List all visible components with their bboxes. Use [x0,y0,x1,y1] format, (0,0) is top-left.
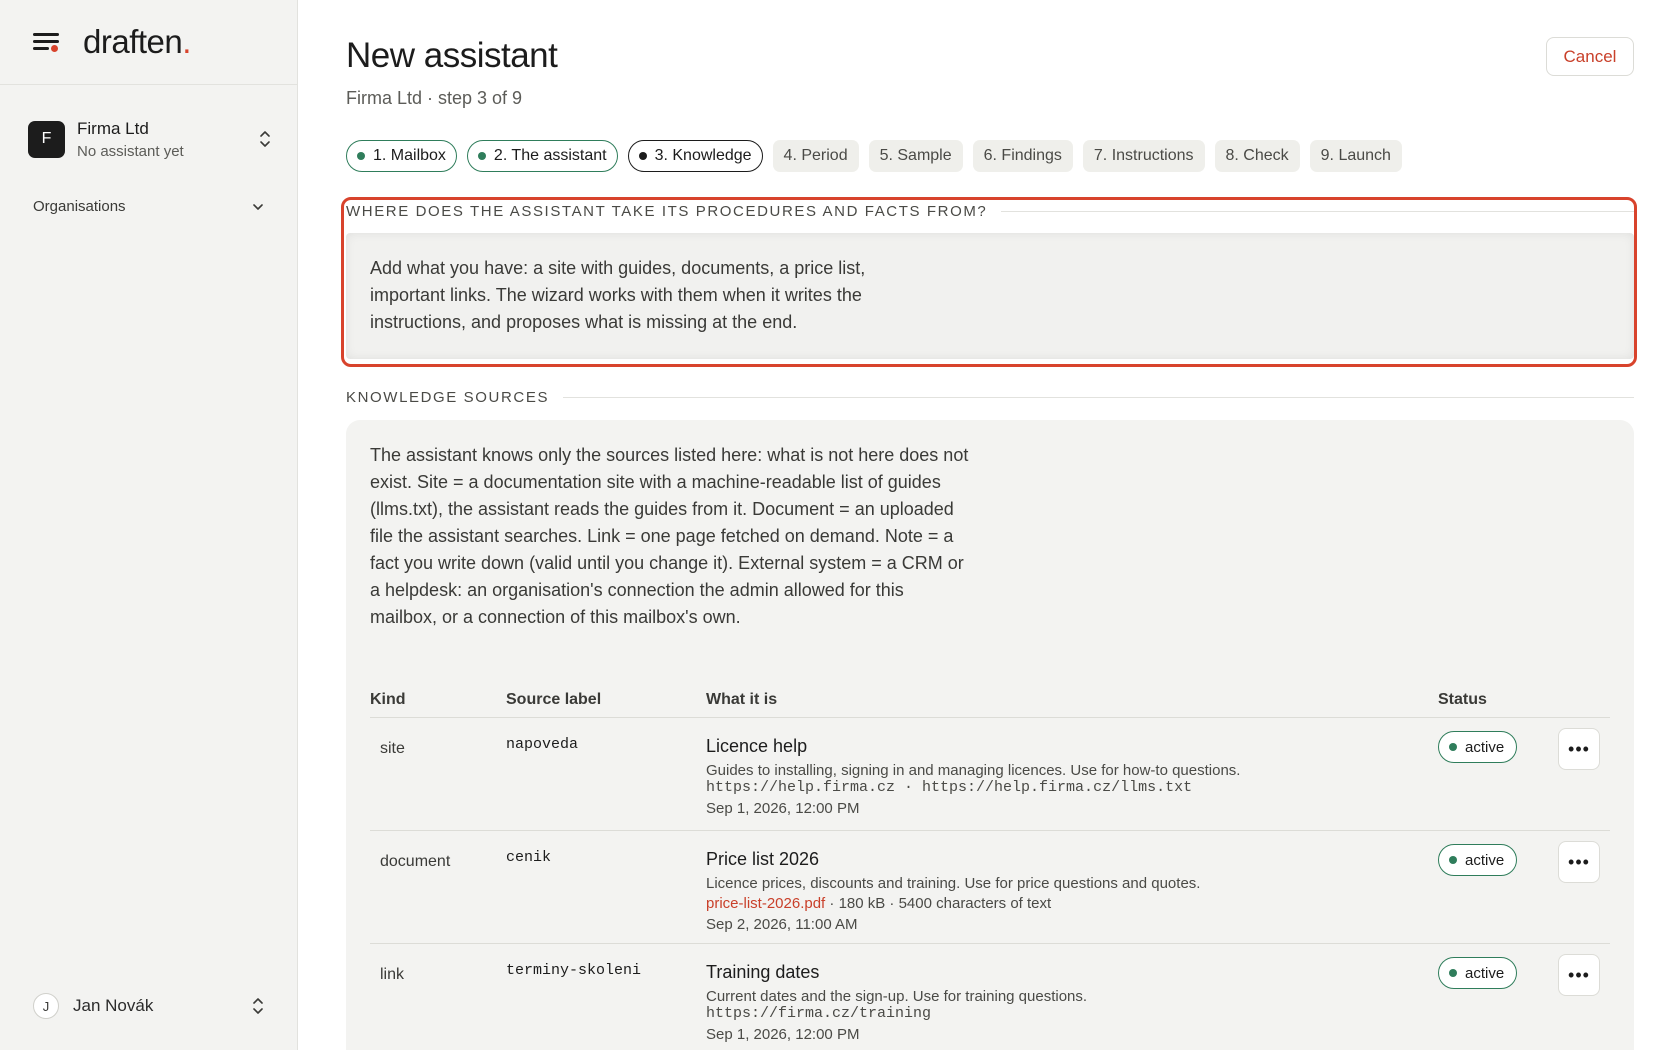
source-file-info: price-list-2026.pdf · 180 kB · 5400 char… [706,895,1052,912]
organisation-switcher[interactable]: F Firma Ltd No assistant yet [28,116,272,162]
page-subtitle: Firma Ltd · step 3 of 9 [346,88,523,108]
source-title: Training dates [706,962,820,982]
source-kind: document [380,853,451,870]
chevron-down-icon [253,203,263,210]
sources-table: Kind Source label What it is Status site… [370,682,1610,1050]
organisations-label: Organisations [33,198,126,215]
source-kind: site [380,740,405,757]
cancel-button[interactable]: Cancel [1546,37,1634,76]
chevron-up-down-icon [260,131,270,147]
source-description: Current dates and the sign-up. Use for t… [706,988,1088,1005]
source-description: Guides to installing, signing in and man… [706,762,1241,779]
organisations-toggle[interactable]: Organisations [33,198,265,215]
org-name: Firma Ltd [77,118,149,138]
source-date: Sep 1, 2026, 12:00 PM [706,1026,860,1043]
source-description: Licence prices, discounts and training. … [706,875,1201,892]
source-title: Price list 2026 [706,849,820,869]
step-period[interactable]: 4. Period [772,140,859,172]
source-urls: https://help.firma.cz · https://help.fir… [706,779,1193,796]
sources-section-heading: KNOWLEDGE SOURCES [346,389,1634,406]
table-row[interactable]: site napoveda Licence help Guides to ins… [370,718,1610,831]
status-badge: active [1438,844,1518,876]
step-knowledge[interactable]: 3. Knowledge [627,140,763,172]
step-done-dot [357,152,365,160]
user-menu[interactable]: J Jan Novák [33,993,265,1019]
step-launch[interactable]: 9. Launch [1309,140,1402,172]
col-source-label: Source label [506,690,602,708]
ellipsis-icon: ••• [1568,851,1590,872]
user-avatar: J [33,993,59,1019]
sources-description: The assistant knows only the sources lis… [370,445,969,627]
chevron-up-down-icon [253,998,263,1014]
source-kind: link [380,966,405,983]
step-the-assistant[interactable]: 2. The assistant [466,140,618,172]
knowledge-sources-card: The assistant knows only the sources lis… [346,420,1634,1050]
step-mailbox[interactable]: 1. Mailbox [346,140,457,172]
sidebar-header: draften. [0,0,297,85]
highlight-frame [341,197,1637,367]
col-status: Status [1438,690,1487,708]
user-name: Jan Novák [73,996,154,1015]
source-url: https://firma.cz/training [706,1005,932,1022]
col-what-it-is: What it is [706,690,778,708]
ellipsis-icon: ••• [1568,738,1590,759]
table-row[interactable]: link terminy-skoleni Training dates Curr… [370,944,1610,1050]
wizard-steps: 1. Mailbox 2. The assistant 3. Knowledge… [346,140,1402,172]
more-actions-button[interactable]: ••• [1558,954,1600,996]
step-current-dot [638,152,647,160]
step-sample[interactable]: 5. Sample [868,140,963,172]
source-title: Licence help [706,736,808,756]
step-instructions[interactable]: 7. Instructions [1082,140,1205,172]
source-label: napoveda [506,736,579,753]
file-link[interactable]: price-list-2026.pdf [706,895,825,912]
source-label: cenik [506,849,552,866]
step-findings[interactable]: 6. Findings [972,140,1073,172]
ellipsis-icon: ••• [1568,964,1590,985]
hamburger-icon[interactable] [33,31,59,53]
org-avatar: F [28,120,65,158]
source-date: Sep 2, 2026, 11:00 AM [706,916,858,933]
col-kind: Kind [370,690,406,708]
table-row[interactable]: document cenik Price list 2026 Licence p… [370,831,1610,944]
main-content: New assistant Firma Ltd · step 3 of 9 Ca… [341,0,1637,1050]
more-actions-button[interactable]: ••• [1558,728,1600,770]
sidebar: draften. F Firma Ltd No assistant yet Or… [0,0,298,1050]
table-header: Kind Source label What it is Status [370,682,1610,718]
org-status: No assistant yet [77,142,184,160]
brand-logo[interactable]: draften. [83,23,191,61]
status-badge: active [1438,731,1518,763]
step-check[interactable]: 8. Check [1214,140,1300,172]
more-actions-button[interactable]: ••• [1558,841,1600,883]
source-date: Sep 1, 2026, 12:00 PM [706,800,860,817]
page-title: New assistant [346,36,558,75]
status-badge: active [1438,957,1518,989]
step-done-dot [477,152,486,160]
source-label: terminy-skoleni [506,962,642,979]
